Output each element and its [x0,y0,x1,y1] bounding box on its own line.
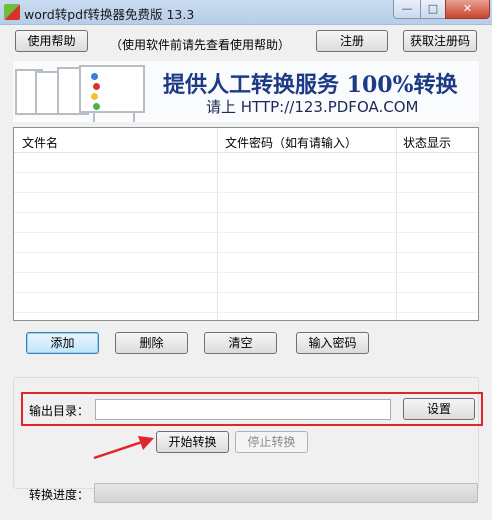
window-title: word转pdf转换器免费版 13.3 [24,7,195,22]
title-bar: word转pdf转换器免费版 13.3 — □ ✕ [0,0,492,25]
close-button[interactable]: ✕ [445,0,490,19]
start-convert-button[interactable]: 开始转换 [156,431,229,453]
banner-headline: 提供人工转换服务 100%转换 [163,72,458,98]
output-dir-label: 输出目录： [29,404,90,418]
clear-button[interactable]: 清空 [204,332,277,354]
app-icon [4,4,20,20]
banner-url: 请上 HTTP://123.PDFOA.COM [206,98,419,116]
column-status[interactable]: 状态显示 [403,134,451,151]
get-code-button[interactable]: 获取注册码 [403,30,477,52]
column-password[interactable]: 文件密码（如有请输入） [225,134,357,151]
column-filename[interactable]: 文件名 [22,134,58,151]
maximize-button[interactable]: □ [420,0,446,19]
help-button[interactable]: 使用帮助 [15,30,88,52]
ad-banner[interactable]: 提供人工转换服务 100%转换 请上 HTTP://123.PDFOA.COM [13,61,479,122]
register-button[interactable]: 注册 [316,30,388,52]
progress-label: 转换进度： [29,488,90,502]
input-password-button[interactable]: 输入密码 [296,332,369,354]
add-button[interactable]: 添加 [26,332,99,354]
file-list[interactable]: 文件名 文件密码（如有请输入） 状态显示 [13,127,479,321]
minimize-button[interactable]: — [393,0,421,19]
output-dir-input[interactable] [95,399,391,420]
arrow-annotation-icon [93,436,154,460]
settings-button[interactable]: 设置 [403,398,475,420]
delete-button[interactable]: 删除 [115,332,188,354]
progress-bar [94,483,478,503]
help-note: （使用软件前请先查看使用帮助） [110,38,291,52]
file-list-header: 文件名 文件密码（如有请输入） 状态显示 [14,128,478,153]
stop-convert-button: 停止转换 [235,431,308,453]
